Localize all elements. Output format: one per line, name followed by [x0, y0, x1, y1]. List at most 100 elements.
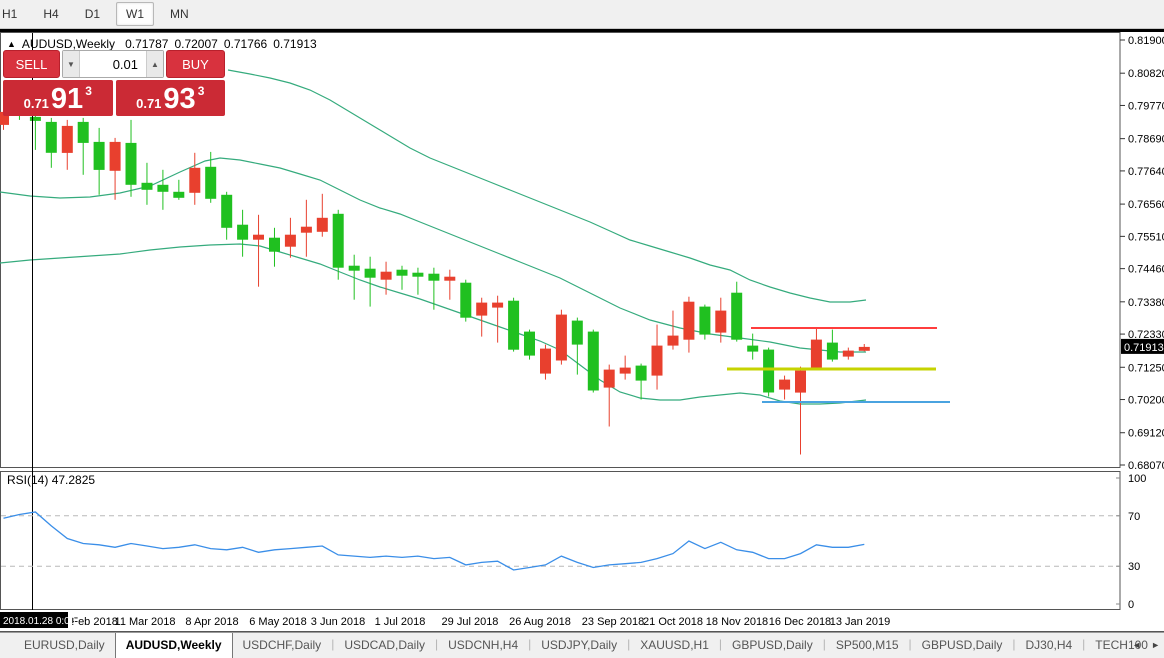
candle-body — [205, 167, 216, 199]
buy-button[interactable]: BUY — [166, 50, 225, 78]
price-axis-label: 0.78690 — [1128, 134, 1164, 146]
volume-increase-icon[interactable]: ▲ — [146, 51, 163, 77]
price-axis: 0.819000.808200.797700.786900.776400.765… — [1120, 35, 1164, 472]
candle-body — [747, 346, 758, 352]
rsi-indicator-label: RSI(14) 47.2825 — [7, 473, 95, 487]
candle-body — [859, 347, 870, 351]
buy-price-main: 93 — [163, 84, 195, 114]
volume-decrease-icon[interactable]: ▼ — [63, 51, 80, 77]
tab-scroll-buttons: ◄► — [1132, 632, 1160, 658]
ohlc-low: 0.71766 — [224, 37, 267, 51]
chart-tab-gbpusd-daily[interactable]: GBPUSD,Daily — [722, 633, 823, 658]
candle-body — [94, 142, 105, 170]
candle-body — [221, 195, 232, 228]
timeframe-toolbar: H1H4 D1W1MN — [0, 0, 1164, 29]
price-axis-label: 0.73380 — [1128, 297, 1164, 309]
chart-tab-eurusd-daily[interactable]: EURUSD,Daily — [14, 633, 115, 658]
buy-price-display[interactable]: 0.71 93 3 — [116, 80, 226, 116]
one-click-trade-panel: SELL ▼ 0.01 ▲ BUY 0.71 91 3 0.71 93 3 — [3, 50, 225, 116]
candle-body — [173, 192, 184, 198]
price-axis-label: 0.74460 — [1128, 264, 1164, 276]
tab-scroll-left-icon[interactable]: ◄ — [1132, 640, 1141, 650]
price-axis-label: 0.70200 — [1128, 395, 1164, 407]
rsi-axis-label: 70 — [1128, 511, 1140, 523]
price-axis-label: 0.76560 — [1128, 199, 1164, 211]
rsi-pane-border — [1, 472, 1121, 610]
chart-tab-usdcnh-h4[interactable]: USDCNH,H4 — [438, 633, 528, 658]
volume-stepper: ▼ 0.01 ▲ — [62, 50, 164, 78]
buy-price-prefix: 0.71 — [136, 96, 161, 111]
timeframe-button-h4[interactable]: H4 — [33, 2, 68, 26]
time-axis-label: 11 Mar 2018 — [115, 616, 176, 628]
sell-price-main: 91 — [51, 84, 83, 114]
candle-body — [189, 168, 200, 193]
time-axis-label: 21 Oct 2018 — [643, 616, 703, 628]
time-axis-label: 6 May 2018 — [249, 616, 306, 628]
chart-tab-usdjpy-daily[interactable]: USDJPY,Daily — [531, 633, 627, 658]
chart-tab-sp500-m15[interactable]: SP500,M15 — [826, 633, 909, 658]
current-price-text: 0.71913 — [1124, 342, 1164, 354]
chart-tab-audusd-weekly[interactable]: AUDUSD,Weekly — [115, 633, 233, 658]
time-axis-label: 8 Apr 2018 — [185, 616, 238, 628]
timeframe-button-mn[interactable]: MN — [160, 2, 199, 26]
candle-body — [731, 293, 742, 340]
candle-body — [397, 270, 408, 276]
candle-body — [683, 302, 694, 340]
chart-title: ▲ AUDUSD,Weekly 0.71787 0.72007 0.71766 … — [7, 37, 317, 51]
candle-body — [333, 214, 344, 268]
timeframe-button-w1[interactable]: W1 — [116, 2, 154, 26]
rsi-current-value: 47.2825 — [52, 473, 95, 487]
candle-body — [285, 235, 296, 247]
chart-tab-usdchf-daily[interactable]: USDCHF,Daily — [233, 633, 332, 658]
candle-body — [301, 227, 312, 233]
sell-price-display[interactable]: 0.71 91 3 — [3, 80, 113, 116]
rsi-axis-label: 0 — [1128, 599, 1134, 611]
chart-tab-usdcad-daily[interactable]: USDCAD,Daily — [334, 633, 435, 658]
chart-tab-gbpusd-daily[interactable]: GBPUSD,Daily — [912, 633, 1013, 658]
candle-body — [460, 283, 471, 318]
candle-body — [126, 143, 137, 185]
time-axis-label: 1 Jul 2018 — [375, 616, 426, 628]
price-chart-svg[interactable]: 0.819000.808200.797700.786900.776400.765… — [0, 32, 1164, 632]
candle-body — [349, 266, 360, 271]
candle-body — [492, 303, 503, 308]
buy-price-pip: 3 — [198, 84, 205, 98]
time-axis: 1 Feb 201811 Mar 20188 Apr 20186 May 201… — [0, 612, 890, 628]
candle-body — [779, 380, 790, 390]
candle-body — [843, 351, 854, 357]
ohlc-close: 0.71913 — [273, 37, 316, 51]
sell-price-prefix: 0.71 — [24, 96, 49, 111]
mt4-window: H1H4D1W1MN 0.819000.808200.797700.786900… — [0, 0, 1164, 658]
time-axis-label: 16 Dec 2018 — [769, 616, 831, 628]
candle-body — [444, 277, 455, 281]
candle-body — [253, 235, 264, 240]
candle-body — [365, 269, 376, 278]
sell-button[interactable]: SELL — [3, 50, 60, 78]
candle-body — [636, 366, 647, 381]
chart-tab-bar: EURUSD,DailyAUDUSD,WeeklyUSDCHF,Daily|US… — [0, 632, 1164, 658]
chart-tab-dj30-h4[interactable]: DJ30,H4 — [1015, 633, 1082, 658]
candle-body — [572, 321, 583, 345]
timeframe-button-h1[interactable]: H1 — [0, 2, 27, 26]
price-axis-label: 0.80820 — [1128, 68, 1164, 80]
collapse-triangle-icon[interactable]: ▲ — [7, 39, 16, 49]
candle-body — [811, 340, 822, 368]
candle-body — [30, 117, 41, 121]
timeframe-button-d1[interactable]: D1 — [75, 2, 110, 26]
ohlc-high: 0.72007 — [174, 37, 217, 51]
rsi-axis-label: 100 — [1128, 473, 1146, 485]
chart-canvas[interactable]: 0.819000.808200.797700.786900.776400.765… — [0, 32, 1164, 632]
candle-body — [142, 183, 153, 190]
candle-body — [763, 350, 774, 393]
tab-scroll-right-icon[interactable]: ► — [1151, 640, 1160, 650]
candle-body — [652, 346, 663, 376]
price-axis-label: 0.75510 — [1128, 231, 1164, 243]
candle-body — [588, 332, 599, 391]
candle-body — [556, 315, 567, 361]
chart-tab-xauusd-h1[interactable]: XAUUSD,H1 — [630, 633, 719, 658]
symbol-label: AUDUSD,Weekly — [22, 37, 115, 51]
price-axis-label: 0.81900 — [1128, 35, 1164, 47]
time-axis-label: 29 Jul 2018 — [442, 616, 499, 628]
candle-body — [508, 301, 519, 350]
volume-input[interactable]: 0.01 — [80, 51, 146, 77]
